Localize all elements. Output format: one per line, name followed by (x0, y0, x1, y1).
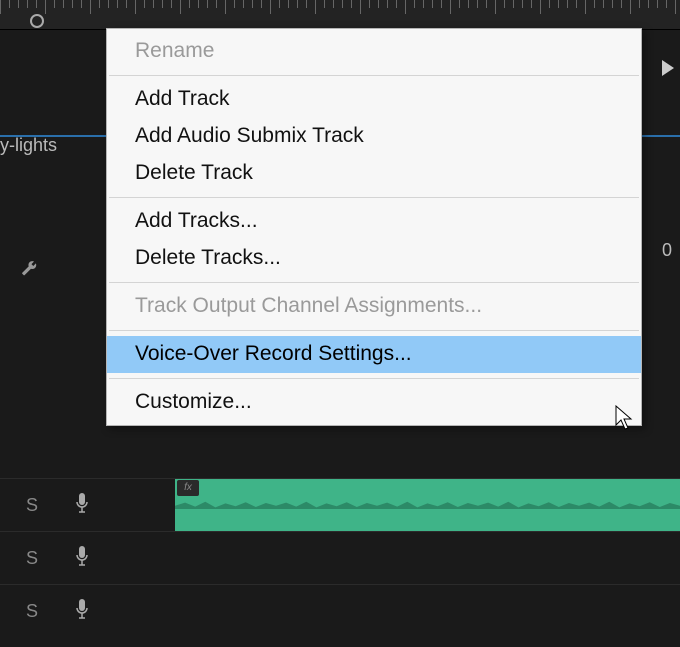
menu-item-delete-tracks[interactable]: Delete Tracks... (107, 240, 641, 277)
menu-separator (109, 330, 639, 331)
audio-track-row: S (0, 584, 680, 637)
timecode-fragment: 0 (662, 240, 672, 261)
ruler-ticks (0, 0, 680, 14)
audio-track-row: S (0, 531, 680, 584)
microphone-icon[interactable] (74, 492, 90, 519)
wrench-icon[interactable] (20, 255, 42, 283)
microphone-icon[interactable] (74, 598, 90, 625)
menu-item-track-output-channel-assignments: Track Output Channel Assignments... (107, 288, 641, 325)
solo-button[interactable]: S (18, 548, 46, 569)
audio-tracks: S S S (0, 478, 680, 637)
track-label: y-lights (0, 135, 57, 156)
menu-separator (109, 75, 639, 76)
solo-button[interactable]: S (18, 601, 46, 622)
menu-item-delete-track[interactable]: Delete Track (107, 155, 641, 192)
timeline-ruler[interactable] (0, 0, 680, 30)
microphone-icon[interactable] (74, 545, 90, 572)
playhead-handle[interactable] (30, 14, 44, 28)
menu-item-voice-over-record-settings[interactable]: Voice-Over Record Settings... (107, 336, 641, 373)
menu-item-customize[interactable]: Customize... (107, 384, 641, 421)
play-indicator-icon (662, 60, 674, 76)
menu-item-add-track[interactable]: Add Track (107, 81, 641, 118)
menu-item-add-tracks[interactable]: Add Tracks... (107, 203, 641, 240)
menu-item-add-audio-submix-track[interactable]: Add Audio Submix Track (107, 118, 641, 155)
context-menu: RenameAdd TrackAdd Audio Submix TrackDel… (106, 28, 642, 426)
menu-separator (109, 378, 639, 379)
audio-track-row: S (0, 478, 680, 531)
menu-separator (109, 282, 639, 283)
solo-button[interactable]: S (18, 495, 46, 516)
menu-separator (109, 197, 639, 198)
menu-item-rename: Rename (107, 33, 641, 70)
